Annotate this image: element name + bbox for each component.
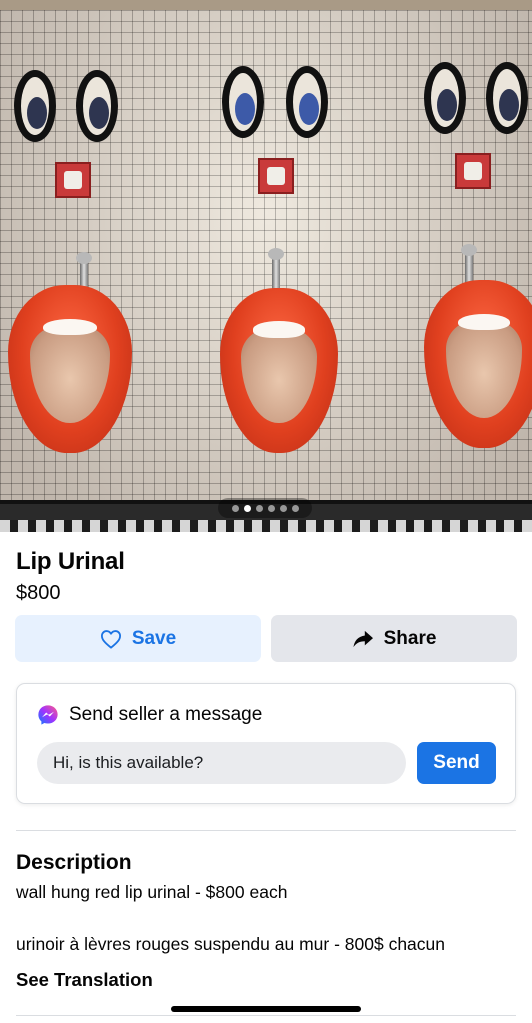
save-label: Save (131, 627, 177, 649)
bottom-divider (16, 1015, 516, 1016)
pager-dot[interactable] (231, 504, 239, 512)
section-divider (16, 830, 516, 831)
description-text-french: urinoir à lèvres rouges suspendu au mur … (16, 934, 445, 954)
share-button[interactable]: Share (271, 615, 517, 662)
share-label: Share (383, 627, 437, 649)
message-input[interactable]: Hi, is this available? (37, 742, 406, 784)
listing-title: Lip Urinal (16, 548, 125, 575)
pager-dot[interactable] (279, 504, 287, 512)
mosaic-eye (286, 66, 328, 138)
photo-pager[interactable] (218, 498, 312, 518)
pager-dot-active[interactable] (243, 504, 251, 512)
lip-urinal (8, 285, 132, 453)
messenger-icon (38, 705, 58, 725)
mosaic-eye (14, 70, 56, 142)
sensor-plate (455, 153, 491, 189)
message-card-title: Send seller a message (69, 704, 263, 725)
pager-dot[interactable] (255, 504, 263, 512)
lip-urinal (220, 288, 338, 453)
mosaic-eye (424, 62, 466, 134)
sensor-plate (55, 162, 91, 198)
send-button[interactable]: Send (417, 742, 496, 784)
mosaic-eye (486, 62, 528, 134)
mosaic-eye (76, 70, 118, 142)
see-translation-link[interactable]: See Translation (16, 969, 153, 991)
pager-dot[interactable] (291, 504, 299, 512)
listing-photo[interactable] (0, 0, 532, 532)
lip-urinal (424, 280, 532, 448)
description-heading: Description (16, 851, 132, 874)
listing-price: $800 (16, 582, 61, 604)
pager-dot[interactable] (267, 504, 275, 512)
description-text: wall hung red lip urinal - $800 each (16, 882, 288, 902)
message-card-header: Send seller a message (37, 704, 262, 726)
mosaic-eye (222, 66, 264, 138)
save-button[interactable]: Save (15, 615, 261, 662)
heart-outline-icon (100, 629, 121, 649)
photo-top-edge (0, 0, 532, 10)
share-arrow-icon (353, 630, 373, 647)
home-indicator[interactable] (171, 1006, 361, 1012)
message-seller-card: Send seller a message Hi, is this availa… (16, 683, 516, 804)
sensor-plate (258, 158, 294, 194)
